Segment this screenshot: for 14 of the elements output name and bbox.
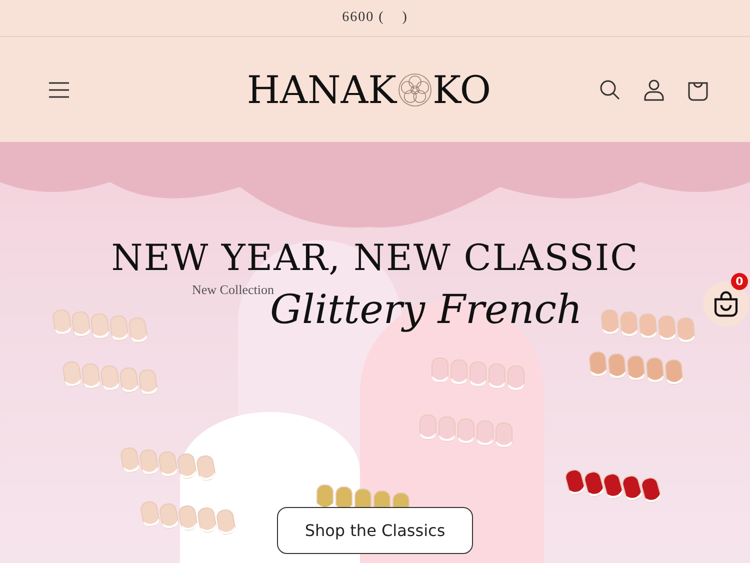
user-icon [642, 78, 666, 102]
menu-icon [48, 80, 70, 98]
collection-label: New Collection [192, 282, 274, 297]
brand-logo[interactable]: HANAK KO [246, 68, 492, 112]
account-button[interactable] [642, 78, 666, 102]
flower-icon [398, 72, 432, 106]
shop-button[interactable]: Shop the Classics [277, 507, 473, 554]
hero-headline: NEW YEAR, NEW CLASSIC [110, 238, 640, 279]
search-icon [598, 78, 622, 102]
bag-icon [712, 290, 740, 318]
search-button[interactable] [598, 78, 622, 102]
announcement-text: 6600 ( ) [342, 10, 408, 26]
cart-count-badge: 0 [731, 273, 748, 290]
menu-button[interactable] [48, 80, 70, 98]
